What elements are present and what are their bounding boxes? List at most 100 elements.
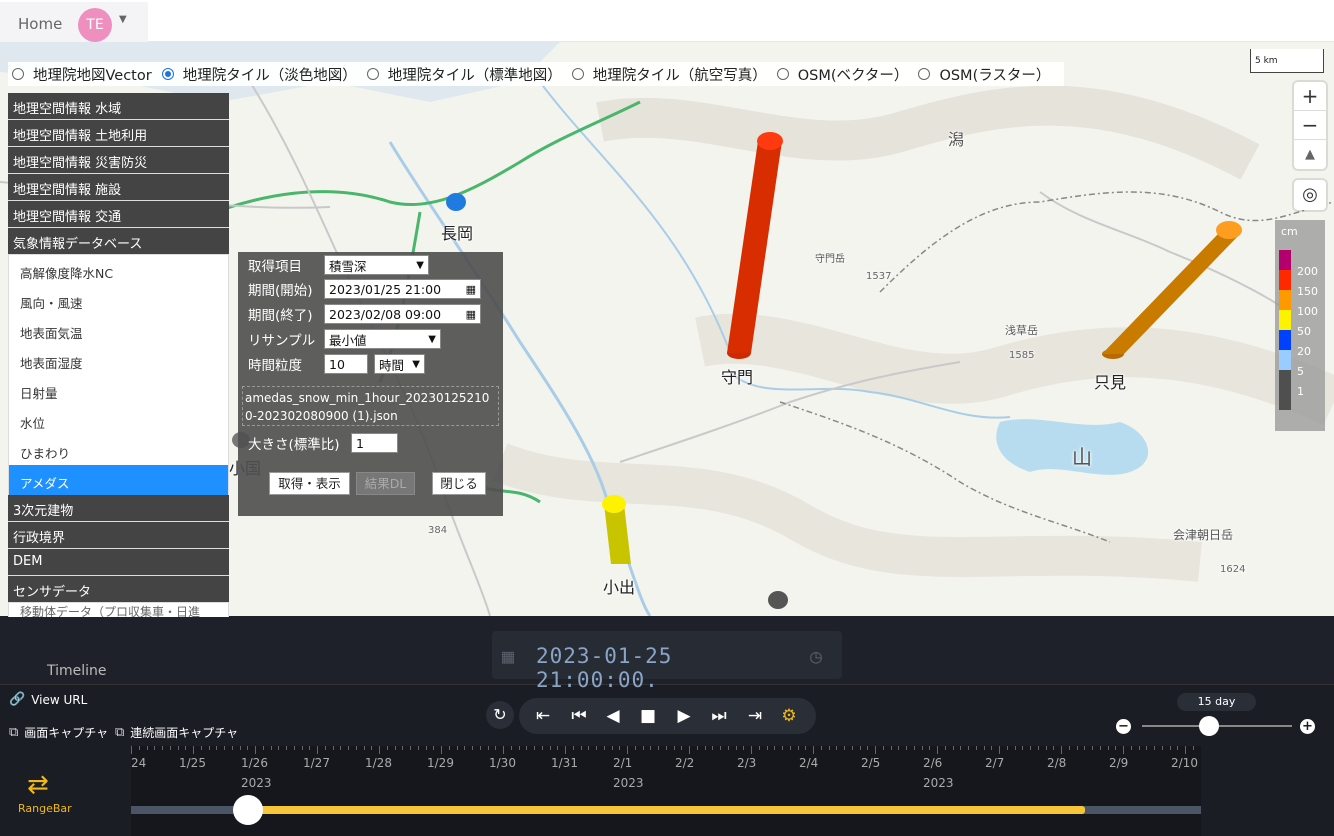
menu-group-dem[interactable]: DEM xyxy=(8,549,229,576)
timeline-tick-mark xyxy=(379,746,380,754)
timeline-tick-mark xyxy=(503,746,504,754)
calendar-icon[interactable]: ▦ xyxy=(466,283,476,296)
start-datetime-input[interactable]: 2023/01/25 21:00 ▦ xyxy=(324,279,481,299)
play-backward-icon[interactable]: ◀ xyxy=(601,704,625,728)
timeline-tick-mark xyxy=(658,746,659,750)
timeline-tick-mark xyxy=(603,746,605,750)
jump-to-start-icon[interactable]: ⇤ xyxy=(531,704,555,728)
radio-button[interactable] xyxy=(776,68,789,80)
menu-item-wind[interactable]: 風向・風速 xyxy=(8,285,229,315)
timeline-tick-mark xyxy=(867,746,869,750)
timeline-tick-mark xyxy=(1045,746,1047,750)
menu-item-himawari[interactable]: ひまわり xyxy=(8,435,229,465)
timeline-tick-label: 1/30 xyxy=(489,756,516,770)
calendar-icon[interactable]: ▦ xyxy=(466,308,476,321)
timeline-tick-label: 2/8 xyxy=(1047,756,1067,770)
close-panel-button[interactable]: 閉じる xyxy=(432,472,486,495)
base-layer-option[interactable]: 地理院地図Vector xyxy=(12,64,152,85)
base-layer-option[interactable]: OSM(ベクター） xyxy=(776,64,908,85)
end-datetime-input[interactable]: 2023/02/08 09:00 ▦ xyxy=(324,304,481,324)
timeline-header: Timeline ▦ 2023-01-25 21:00:00. ◷ xyxy=(0,616,1334,692)
home-link[interactable]: Home xyxy=(18,15,62,33)
rangebar-toggle[interactable]: ⇄ RangeBar xyxy=(0,746,131,836)
calendar-icon[interactable]: ▦ xyxy=(502,644,515,668)
radio-button[interactable] xyxy=(571,68,584,80)
timeline-progress xyxy=(247,806,1085,814)
menu-group-traffic[interactable]: 地理空間情報 交通 xyxy=(8,201,229,228)
row-start: 期間(開始) 2023/01/25 21:00 ▦ xyxy=(248,278,481,300)
timeline-tick-mark xyxy=(1084,746,1086,750)
skip-back-icon[interactable]: ⏮ xyxy=(567,704,591,728)
timeline-zoom-out-button[interactable]: − xyxy=(1116,719,1131,734)
timeline-tick-mark xyxy=(681,746,683,750)
timeline-zoom-knob[interactable] xyxy=(1199,716,1219,736)
menu-group-facility[interactable]: 地理空間情報 施設 xyxy=(8,174,229,201)
timeline-tick-mark xyxy=(1068,746,1070,750)
avatar[interactable]: TE xyxy=(78,8,112,42)
locate-icon[interactable]: ◎ xyxy=(1294,180,1326,210)
timeline-tick-mark xyxy=(317,746,318,754)
capture-link[interactable]: ⧉ 画面キャプチャ xyxy=(9,724,108,741)
zoom-out-button[interactable]: − xyxy=(1294,111,1326,140)
timeline-title: Timeline xyxy=(47,663,107,679)
clock-icon[interactable]: ◷ xyxy=(810,644,823,668)
stop-icon[interactable]: ■ xyxy=(636,704,660,728)
menu-group-sensor[interactable]: センサデータ xyxy=(8,576,229,603)
menu-item-water-level[interactable]: 水位 xyxy=(8,405,229,435)
menu-item-solar[interactable]: 日射量 xyxy=(8,375,229,405)
play-forward-icon[interactable]: ▶ xyxy=(672,704,696,728)
menu-group-water[interactable]: 地理空間情報 水域 xyxy=(8,93,229,120)
timeline-right-pad xyxy=(1201,746,1334,836)
end-label: 期間(終了) xyxy=(248,308,313,324)
compass-icon[interactable]: ▲ xyxy=(1294,140,1326,169)
timeline-tick-mark xyxy=(1037,746,1039,750)
menu-group-weather[interactable]: 気象情報データベース xyxy=(8,228,229,255)
timeline-current-thumb[interactable] xyxy=(233,795,263,825)
capture-label: 画面キャプチャ xyxy=(24,726,109,740)
skip-forward-icon[interactable]: ⏭ xyxy=(707,704,731,728)
zoom-in-button[interactable]: + xyxy=(1294,82,1326,111)
resample-select[interactable]: 最小値 ▼ xyxy=(324,329,441,349)
timeline-tick-mark xyxy=(627,746,628,754)
timeline-tick-mark xyxy=(363,746,365,750)
menu-item-temperature[interactable]: 地表面気温 xyxy=(8,315,229,345)
row-end: 期間(終了) 2023/02/08 09:00 ▦ xyxy=(248,303,481,325)
radio-button[interactable] xyxy=(366,68,379,80)
timeline-tick-mark xyxy=(960,746,962,750)
radio-button[interactable] xyxy=(918,68,931,80)
timeline-zoom-in-button[interactable]: + xyxy=(1300,719,1315,734)
granularity-unit-select[interactable]: 時間 ▼ xyxy=(374,354,425,374)
timeline-tick-mark xyxy=(1154,746,1155,750)
base-layer-option[interactable]: 地理院タイル（航空写真） xyxy=(571,64,767,85)
menu-item-humidity[interactable]: 地表面湿度 xyxy=(8,345,229,375)
granularity-input[interactable]: 10 xyxy=(324,354,368,374)
menu-group-3d-building[interactable]: 3次元建物 xyxy=(8,495,229,522)
chevron-down-icon[interactable]: ▼ xyxy=(119,14,127,25)
menu-group-disaster[interactable]: 地理空間情報 災害防災 xyxy=(8,147,229,174)
timeline-tick-label: 1/28 xyxy=(365,756,392,770)
view-url-link[interactable]: 🔗 View URL xyxy=(9,692,87,707)
continuous-capture-link[interactable]: ⧉ 連続画面キャプチャ xyxy=(115,724,238,741)
playback-settings-icon[interactable]: ⚙ xyxy=(777,704,801,728)
menu-group-landuse[interactable]: 地理空間情報 土地利用 xyxy=(8,120,229,147)
menu-group-admin-boundary[interactable]: 行政境界 xyxy=(8,522,229,549)
legend-swatch-20 xyxy=(1279,330,1291,350)
menu-item-mobility[interactable]: 移動体データ（プロ収集車・日進市） xyxy=(8,603,229,617)
loop-toggle-button[interactable]: ↻ xyxy=(486,701,514,729)
radio-button[interactable] xyxy=(161,68,174,80)
menu-item-precip-nc[interactable]: 高解像度降水NC xyxy=(8,255,229,285)
timeline-tick-mark xyxy=(999,746,1000,754)
fetch-display-button[interactable]: 取得・表示 xyxy=(269,472,350,495)
item-select[interactable]: 積雪深 ▼ xyxy=(324,255,429,275)
base-layer-option[interactable]: 地理院タイル（淡色地図） xyxy=(161,64,357,85)
size-input[interactable]: 1 xyxy=(351,433,398,453)
base-layer-option[interactable]: 地理院タイル（標準地図） xyxy=(366,64,562,85)
map-label-sumondake: 守門岳 xyxy=(815,254,845,265)
menu-item-amedas[interactable]: アメダス xyxy=(8,465,229,495)
jump-to-end-icon[interactable]: ⇥ xyxy=(743,704,767,728)
download-result-button[interactable]: 結果DL xyxy=(356,472,415,495)
base-layer-option[interactable]: OSM(ラスター） xyxy=(918,64,1050,85)
timeline-tick-mark xyxy=(169,746,171,750)
radio-button[interactable] xyxy=(12,68,24,80)
timeline-ruler[interactable]: 24 1/25 1/26 1/27 1/28 1/29 1/30 1/31 2/1 2/2 2/3 2… xyxy=(131,746,1241,836)
